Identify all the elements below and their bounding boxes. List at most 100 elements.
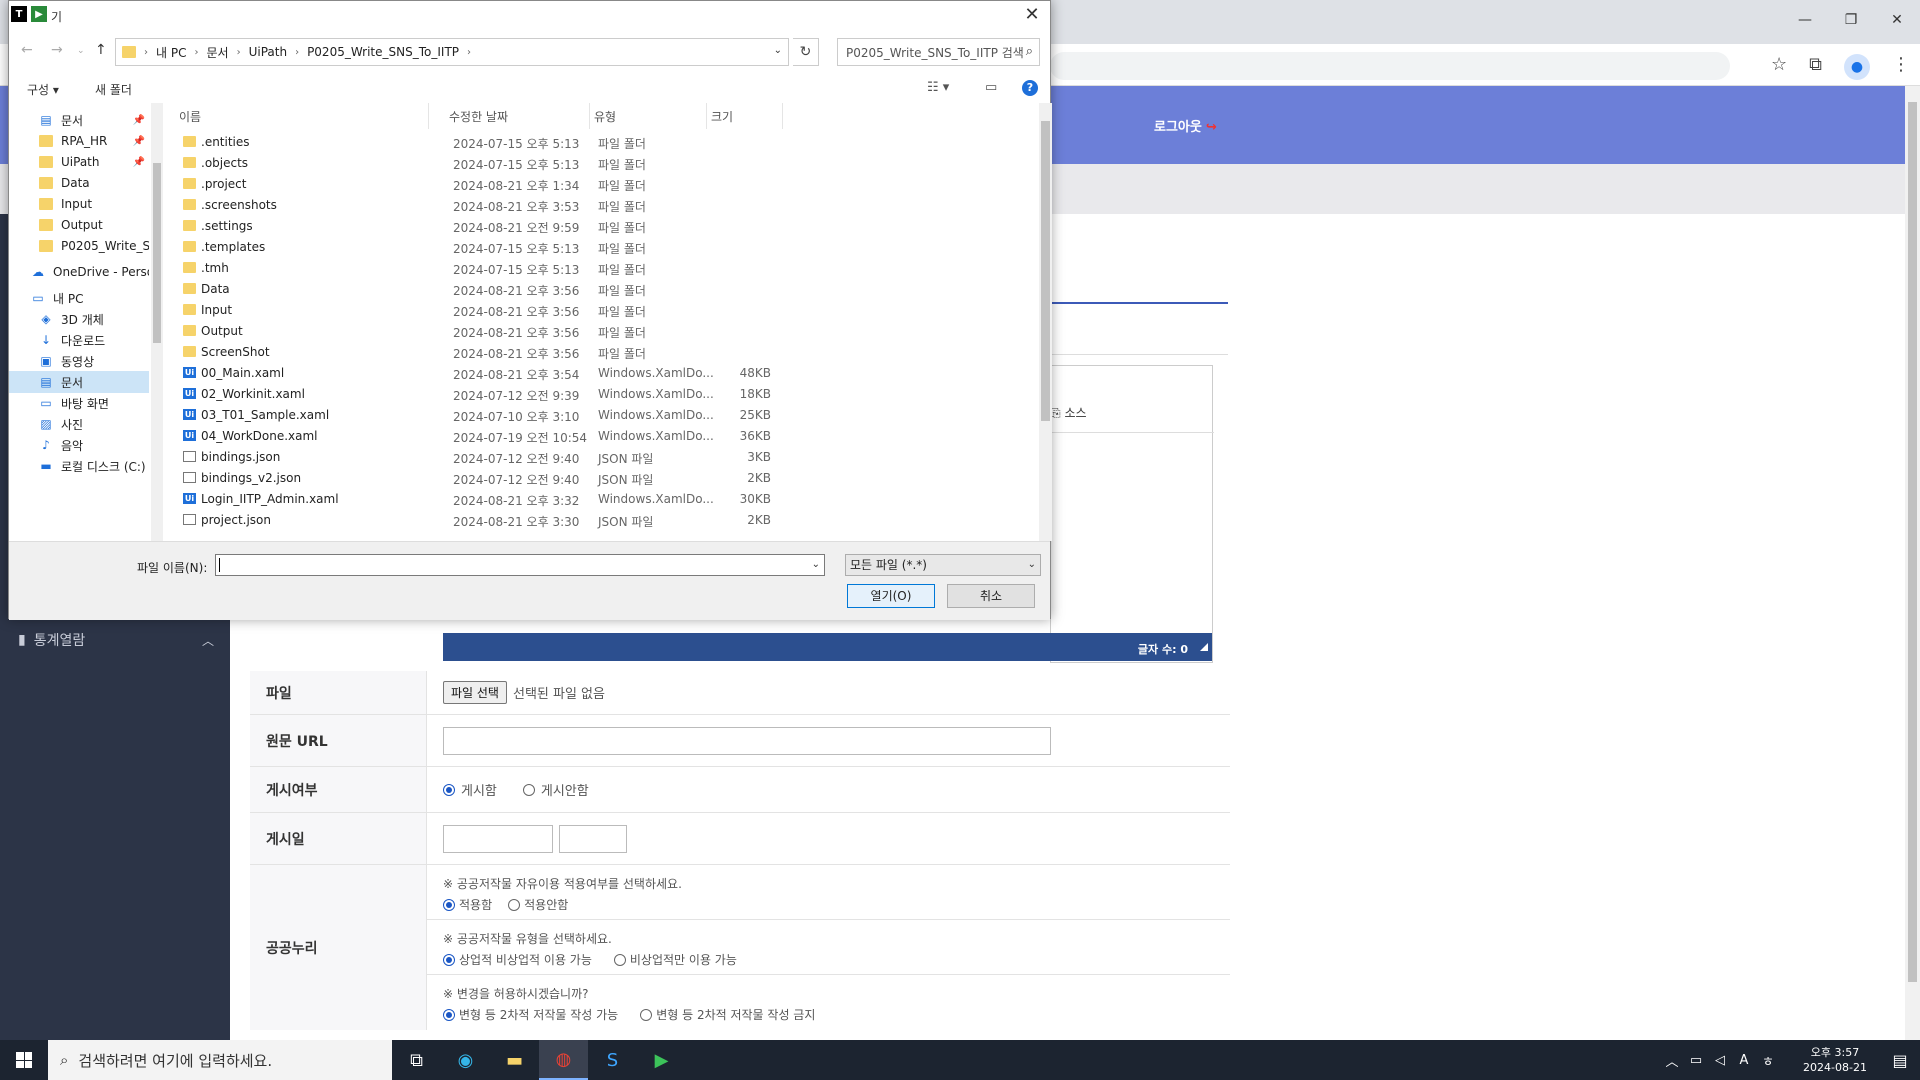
column-header-size[interactable]: 크기 — [707, 103, 783, 129]
chevron-right-icon[interactable]: › — [295, 47, 299, 58]
file-row[interactable]: .tmh 2024-07-15 오후 5:13 파일 폴더 — [175, 257, 875, 278]
address-bar[interactable] — [1050, 52, 1730, 80]
nuri-commercial-radio[interactable] — [443, 953, 455, 966]
nav-item[interactable]: ☁ OneDrive - Person — [9, 261, 149, 283]
file-row[interactable]: .objects 2024-07-15 오후 5:13 파일 폴더 — [175, 152, 875, 173]
nav-item[interactable]: ▭ 바탕 화면 — [9, 392, 149, 414]
uipath-studio-icon[interactable]: S — [588, 1040, 637, 1080]
nuri-derivative-allowed-radio[interactable] — [443, 1008, 455, 1021]
uipath-assistant-icon[interactable]: ▶ — [637, 1040, 686, 1080]
nav-item[interactable]: Data — [9, 172, 149, 194]
file-row[interactable]: Output 2024-08-21 오후 3:56 파일 폴더 — [175, 320, 875, 341]
nuri-noncommercial-radio[interactable] — [613, 953, 626, 966]
organize-menu[interactable]: 구성 ▾ — [27, 81, 59, 98]
filetype-select[interactable]: 모든 파일 (*.*) ⌄ — [845, 554, 1041, 576]
scrollbar-thumb[interactable] — [1041, 121, 1050, 421]
file-row[interactable]: Ui 00_Main.xaml 2024-08-21 오후 3:54 Windows.… — [175, 362, 875, 383]
nuri-apply-radio[interactable] — [443, 898, 455, 911]
sidebar-item-statistics[interactable]: ▮ 통계열람 ︿ — [18, 630, 214, 650]
help-icon[interactable]: ? — [1022, 80, 1038, 96]
close-icon[interactable]: ✕ — [1020, 3, 1044, 27]
breadcrumb[interactable]: › 내 PC › 문서 › UiPath › P0205_Write_SNS_T… — [115, 38, 789, 66]
chevron-right-icon[interactable]: › — [237, 47, 241, 58]
start-button[interactable] — [0, 1040, 48, 1080]
file-row[interactable]: .settings 2024-08-21 오전 9:59 파일 폴더 — [175, 215, 875, 236]
nav-item[interactable]: UiPath 📌 — [9, 151, 149, 173]
post-time-input[interactable] — [559, 824, 627, 853]
file-row[interactable]: Input 2024-08-21 오후 3:56 파일 폴더 — [175, 299, 875, 320]
profile-avatar-icon[interactable]: ● — [1844, 54, 1870, 80]
chevron-up-icon[interactable]: ︿ — [1660, 1051, 1684, 1070]
chevron-right-icon[interactable]: › — [194, 47, 198, 58]
file-row[interactable]: Ui Login_IITP_Admin.xaml 2024-08-21 오후 3:3… — [175, 488, 875, 509]
file-row[interactable]: Ui 02_Workinit.xaml 2024-07-12 오전 9:39 Wind… — [175, 383, 875, 404]
publish-on-radio[interactable] — [443, 783, 455, 796]
nav-item[interactable]: ▣ 동영상 — [9, 350, 149, 372]
logout-link[interactable]: 로그아웃 ↪ — [1154, 116, 1217, 135]
volume-muted-icon[interactable]: ◁ — [1708, 1053, 1732, 1068]
post-date-input[interactable] — [443, 824, 553, 853]
bookmark-star-icon[interactable]: ☆ — [1771, 54, 1787, 80]
ime-indicator[interactable]: A — [1732, 1053, 1756, 1068]
nav-item[interactable]: ▭ 내 PC — [9, 287, 149, 309]
file-row[interactable]: .screenshots 2024-08-21 오후 3:53 파일 폴더 — [175, 194, 875, 215]
file-row[interactable]: Data 2024-08-21 오후 3:56 파일 폴더 — [175, 278, 875, 299]
chevron-down-icon[interactable]: ⌄ — [774, 45, 782, 56]
back-arrow-icon[interactable]: ← — [21, 42, 33, 58]
menu-kebab-icon[interactable]: ⋮ — [1892, 54, 1910, 80]
resize-handle-icon[interactable] — [1200, 643, 1208, 651]
column-header-date[interactable]: 수정한 날짜 — [445, 103, 590, 129]
file-row[interactable]: Ui 04_WorkDone.xaml 2024-07-19 오전 10:54 Win… — [175, 425, 875, 446]
file-list-scrollbar[interactable] — [1039, 103, 1052, 541]
file-row[interactable]: project.json 2024-08-21 오후 3:30 JSON 파일 2KB — [175, 509, 875, 530]
cancel-button[interactable]: 취소 — [947, 584, 1035, 608]
file-row[interactable]: .templates 2024-07-15 오후 5:13 파일 폴더 — [175, 236, 875, 257]
new-folder-button[interactable]: 새 폴더 — [95, 81, 132, 98]
nav-item[interactable]: RPA_HR 📌 — [9, 130, 149, 152]
recent-locations-icon[interactable]: ⌄ — [77, 46, 85, 56]
file-row[interactable]: .project 2024-08-21 오후 1:34 파일 폴더 — [175, 173, 875, 194]
nav-scrollbar[interactable] — [151, 103, 163, 541]
minimize-icon[interactable]: — — [1782, 8, 1828, 32]
nuri-derivative-forbidden-radio[interactable] — [640, 1008, 653, 1021]
filename-input[interactable]: ⌄ — [215, 554, 825, 576]
column-header-name[interactable]: 이름 ^ — [175, 103, 429, 129]
restore-icon[interactable]: ❐ — [1828, 8, 1874, 32]
forward-arrow-icon[interactable]: → — [51, 42, 63, 58]
file-row[interactable]: bindings_v2.json 2024-07-12 오전 9:40 JSON 파… — [175, 467, 875, 488]
url-input[interactable] — [443, 726, 1051, 755]
publish-off-radio[interactable] — [522, 783, 535, 796]
chrome-browser-icon[interactable]: ◍ — [539, 1040, 588, 1080]
nav-item[interactable]: ▨ 사진 — [9, 413, 149, 435]
chevron-right-icon[interactable]: › — [144, 47, 148, 58]
file-row[interactable]: .entities 2024-07-15 오후 5:13 파일 폴더 — [175, 131, 875, 152]
breadcrumb-item[interactable]: P0205_Write_SNS_To_IITP — [307, 45, 459, 59]
up-arrow-icon[interactable]: ↑ — [95, 42, 107, 58]
rich-text-editor[interactable]: ⎘ 소스 — [1050, 365, 1214, 663]
view-options-icon[interactable]: ☷ ▾ — [927, 80, 949, 95]
source-button[interactable]: ⎘ 소스 — [1051, 404, 1087, 421]
file-row[interactable]: Ui 03_T01_Sample.xaml 2024-07-10 오후 3:10 Wi… — [175, 404, 875, 425]
nuri-not-apply-radio[interactable] — [508, 898, 521, 911]
refresh-icon[interactable]: ↻ — [793, 38, 819, 66]
breadcrumb-item[interactable]: UiPath — [249, 45, 287, 59]
network-icon[interactable]: ▭ — [1684, 1053, 1708, 1068]
chevron-down-icon[interactable]: ⌄ — [812, 559, 820, 570]
column-header-type[interactable]: 유형 — [590, 103, 707, 129]
ime-hangul-indicator[interactable]: ㅎ — [1756, 1051, 1780, 1070]
nav-item[interactable]: ▤ 문서 📌 — [9, 109, 149, 131]
nav-item[interactable]: ♪ 음악 — [9, 434, 149, 456]
nav-item[interactable]: ◈ 3D 개체 — [9, 308, 149, 330]
file-explorer-icon[interactable]: ▬ — [490, 1040, 539, 1080]
nav-item[interactable]: ▤ 문서 — [9, 371, 149, 393]
close-icon[interactable]: ✕ — [1874, 8, 1920, 32]
preview-pane-icon[interactable]: ▭ — [985, 80, 997, 95]
extensions-icon[interactable]: ⧉ — [1809, 54, 1822, 80]
nav-item[interactable]: Output — [9, 214, 149, 236]
breadcrumb-item[interactable]: 내 PC — [156, 44, 186, 61]
open-button[interactable]: 열기(O) — [847, 584, 935, 608]
chevron-right-icon[interactable]: › — [467, 47, 471, 58]
file-row[interactable]: ScreenShot 2024-08-21 오후 3:56 파일 폴더 — [175, 341, 875, 362]
file-row[interactable]: bindings.json 2024-07-12 오전 9:40 JSON 파일 3K… — [175, 446, 875, 467]
nav-item[interactable]: ▬ 로컬 디스크 (C:) — [9, 455, 149, 477]
